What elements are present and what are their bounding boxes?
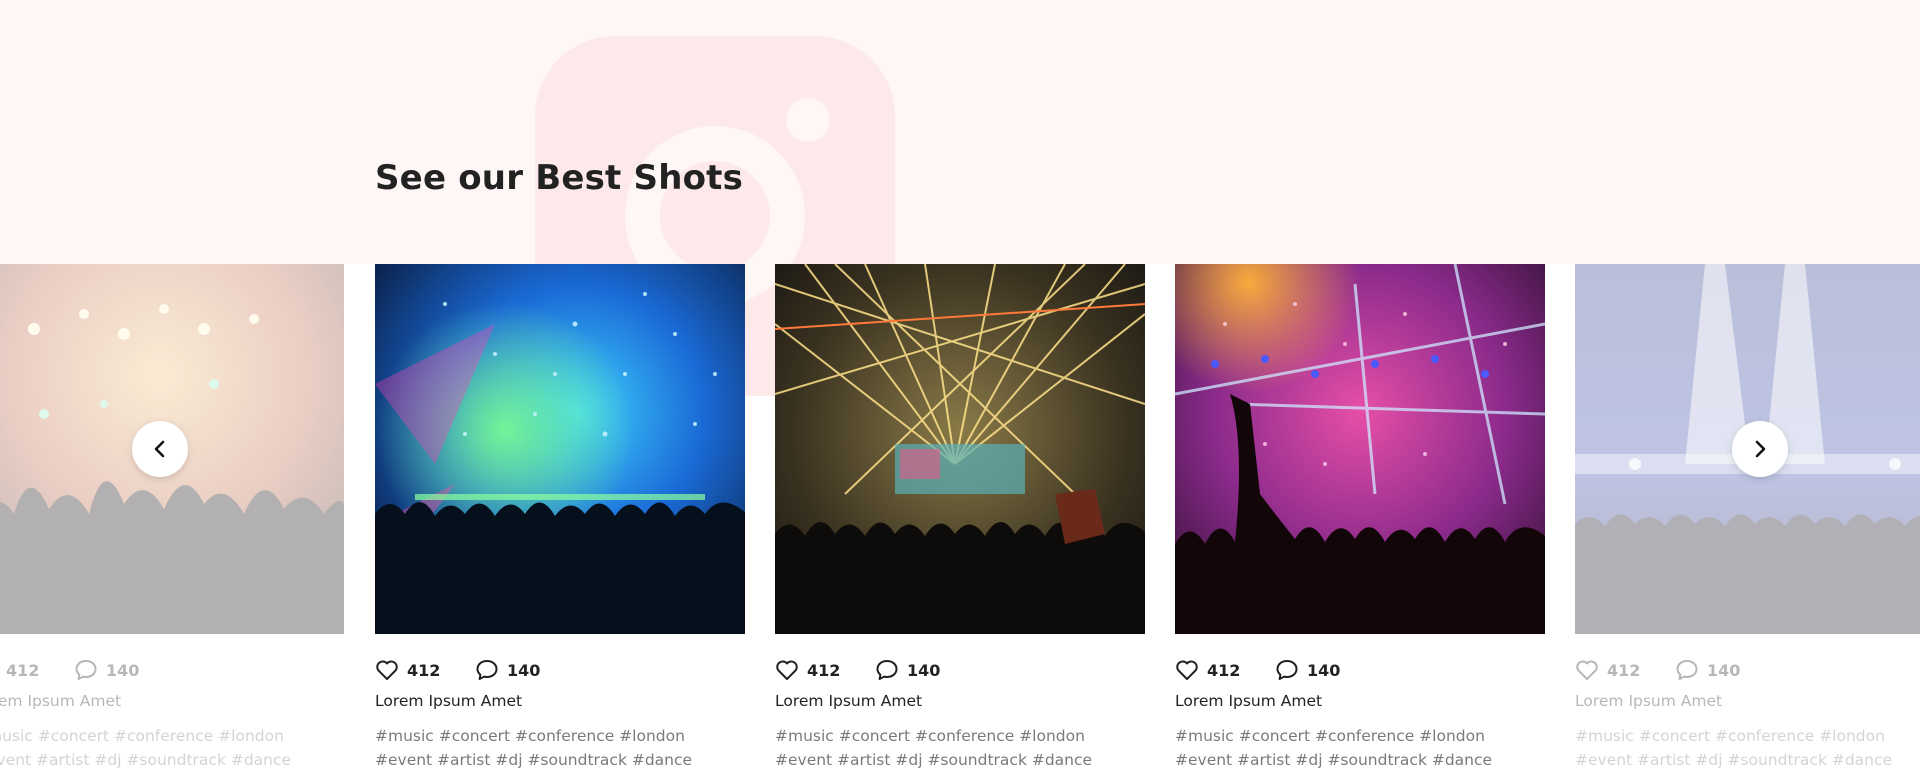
shot-title: Lorem Ipsum Amet [775,692,923,710]
photo-carousel: 412 140 Lorem Ipsum Amet #music #concert… [0,264,1920,770]
hero-band [0,0,1920,264]
like-count: 412 [407,660,441,680]
section-title: See our Best Shots [375,158,744,198]
comment-icon [876,660,898,680]
chevron-right-icon [1755,440,1766,458]
comment-icon [1276,660,1298,680]
shot-photo[interactable] [775,264,1145,634]
comment-count: 140 [1307,660,1341,680]
heart-icon [376,660,398,680]
comment-count: 140 [907,660,941,680]
comment-button[interactable]: 140 [475,659,540,681]
shot-tags: #music #concert #conference #london #eve… [1575,727,1893,769]
like-button[interactable]: 412 [1575,659,1640,681]
like-count: 412 [6,660,40,680]
comment-button[interactable]: 140 [875,659,940,681]
shot-title: Lorem Ipsum Amet [1175,692,1323,710]
shot-card[interactable]: 412 140 Lorem Ipsum Amet #music #concert… [1175,264,1545,769]
shot-tags: #music #concert #conference #london #eve… [775,727,1093,769]
like-count: 412 [1607,660,1641,680]
shot-photo[interactable] [1175,264,1545,634]
shot-card[interactable]: 412 140 Lorem Ipsum Amet #music #concert… [775,264,1145,769]
like-button[interactable]: 412 [0,659,39,681]
comment-count: 140 [106,660,140,680]
comment-icon [75,660,97,680]
shot-card[interactable]: 412 140 Lorem Ipsum Amet #music #concert… [375,264,745,769]
comment-button[interactable]: 140 [1675,659,1740,681]
carousel-next-button[interactable] [1732,421,1788,477]
comment-count: 140 [1707,660,1741,680]
shot-tags: #music #concert #conference #london #eve… [0,727,292,769]
comment-button[interactable]: 140 [74,659,139,681]
heart-icon [1176,660,1198,680]
shot-title: Lorem Ipsum Amet [375,692,523,710]
carousel-prev-button[interactable] [132,421,188,477]
shot-title: Lorem Ipsum Amet [0,692,122,710]
comment-count: 140 [507,660,541,680]
shot-photo[interactable] [375,264,745,634]
heart-icon [776,660,798,680]
comment-button[interactable]: 140 [1275,659,1340,681]
comment-icon [476,660,498,680]
heart-icon [1576,660,1598,680]
like-button[interactable]: 412 [775,659,840,681]
chevron-left-icon [154,440,165,458]
like-count: 412 [1207,660,1241,680]
like-button[interactable]: 412 [375,659,440,681]
shot-title: Lorem Ipsum Amet [1575,692,1723,710]
like-count: 412 [807,660,841,680]
shot-tags: #music #concert #conference #london #eve… [1175,727,1493,769]
comment-icon [1676,660,1698,680]
like-button[interactable]: 412 [1175,659,1240,681]
shot-tags: #music #concert #conference #london #eve… [375,727,693,769]
